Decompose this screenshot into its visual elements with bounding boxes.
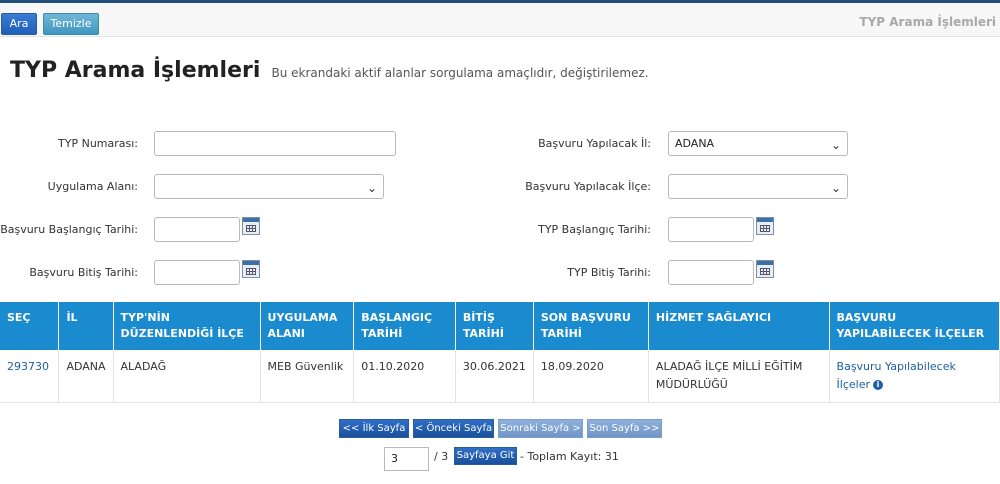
- column-header: BİTİŞ TARİHİ: [455, 302, 534, 350]
- select-cell: 293730: [0, 350, 60, 403]
- typ-end-label: TYP Bitiş Tarihi:: [567, 266, 651, 279]
- chevron-down-icon: ⌄: [830, 181, 841, 195]
- application-area-select[interactable]: ⌄: [154, 174, 384, 199]
- column-header: BAŞVURU YAPILABİLECEK İLÇELER: [829, 302, 1000, 350]
- table-header-row: SEÇ İL TYP'NİN DÜZENLENDİĞİ İLÇE UYGULAM…: [0, 302, 1000, 350]
- last-page-button[interactable]: Son Sayfa >>: [587, 419, 662, 438]
- column-header: SEÇ: [0, 302, 60, 350]
- page-subtitle: Bu ekrandaki aktif alanlar sorgulama ama…: [271, 66, 649, 80]
- typ-end-input[interactable]: [668, 260, 754, 285]
- first-page-button[interactable]: << İlk Sayfa: [339, 419, 409, 438]
- typ-start-label: TYP Başlangıç Tarihi:: [538, 223, 651, 236]
- calendar-icon[interactable]: [756, 260, 774, 278]
- table-row: 293730 ADANA ALADAĞ MEB Güvenlik 01.10.2…: [0, 350, 1000, 403]
- page-number-input[interactable]: 3: [384, 447, 429, 471]
- apply-start-label: Başvuru Başlangıç Tarihi:: [0, 223, 138, 236]
- districts-cell: Başvuru Yapılabilecek İlçeler i: [829, 350, 1000, 403]
- chevron-down-icon: ⌄: [366, 181, 377, 195]
- apply-province-select[interactable]: ADANA ⌄: [668, 131, 848, 156]
- typ-start-input[interactable]: [668, 217, 754, 242]
- application-area-label: Uygulama Alanı:: [47, 180, 138, 193]
- apply-end-input[interactable]: [154, 260, 240, 285]
- prev-page-button[interactable]: < Önceki Sayfa: [413, 419, 494, 438]
- toolbar: Ara Temizle TYP Arama İşlemleri: [0, 3, 1000, 37]
- apply-province-label: Başvuru Yapılacak İl:: [538, 137, 651, 150]
- calendar-icon[interactable]: [242, 217, 260, 235]
- last-apply-date-cell: 18.09.2020: [533, 350, 649, 403]
- next-page-button[interactable]: Sonraki Sayfa >: [498, 419, 583, 438]
- typ-number-label: TYP Numarası:: [58, 137, 138, 150]
- search-button[interactable]: Ara: [1, 13, 37, 35]
- column-header: BAŞLANGIÇ TARİHİ: [353, 302, 456, 350]
- apply-district-label: Başvuru Yapılacak İlçe:: [525, 180, 651, 193]
- column-header: İL: [58, 302, 114, 350]
- page-title: TYP Arama İşlemleri: [10, 58, 261, 83]
- column-header: UYGULAMA ALANI: [260, 302, 355, 350]
- apply-districts-link[interactable]: Başvuru Yapılabilecek İlçeler: [837, 360, 956, 391]
- calendar-icon[interactable]: [242, 260, 260, 278]
- results-table: SEÇ İL TYP'NİN DÜZENLENDİĞİ İLÇE UYGULAM…: [0, 302, 1000, 403]
- select-record-link[interactable]: 293730: [7, 360, 49, 373]
- column-header: SON BAŞVURU TARİHİ: [533, 302, 649, 350]
- go-to-page-button[interactable]: Sayfaya Git: [454, 447, 517, 465]
- calendar-icon[interactable]: [756, 217, 774, 235]
- area-cell: MEB Güvenlik: [260, 350, 355, 403]
- total-pages: / 3: [434, 450, 449, 463]
- district-cell: ALADAĞ: [113, 350, 261, 403]
- provider-cell: ALADAĞ İLÇE MİLLİ EĞİTİM MÜDÜRLÜĞÜ: [648, 350, 830, 403]
- page-heading: TYP Arama İşlemleri Bu ekrandaki aktif a…: [10, 58, 649, 83]
- typ-number-input[interactable]: [154, 131, 396, 156]
- info-icon[interactable]: i: [873, 380, 883, 390]
- clear-button[interactable]: Temizle: [43, 13, 99, 35]
- toolbar-title: TYP Arama İşlemleri: [859, 15, 996, 29]
- apply-province-value: ADANA: [675, 137, 715, 150]
- province-cell: ADANA: [58, 350, 114, 403]
- start-date-cell: 01.10.2020: [353, 350, 456, 403]
- chevron-down-icon: ⌄: [830, 138, 841, 152]
- end-date-cell: 30.06.2021: [455, 350, 534, 403]
- column-header: HİZMET SAĞLAYICI: [648, 302, 830, 350]
- apply-start-input[interactable]: [154, 217, 240, 242]
- column-header: TYP'NİN DÜZENLENDİĞİ İLÇE: [113, 302, 261, 350]
- total-records: - Toplam Kayıt: 31: [520, 450, 619, 463]
- apply-district-select[interactable]: ⌄: [668, 174, 848, 199]
- apply-end-label: Başvuru Bitiş Tarihi:: [29, 266, 138, 279]
